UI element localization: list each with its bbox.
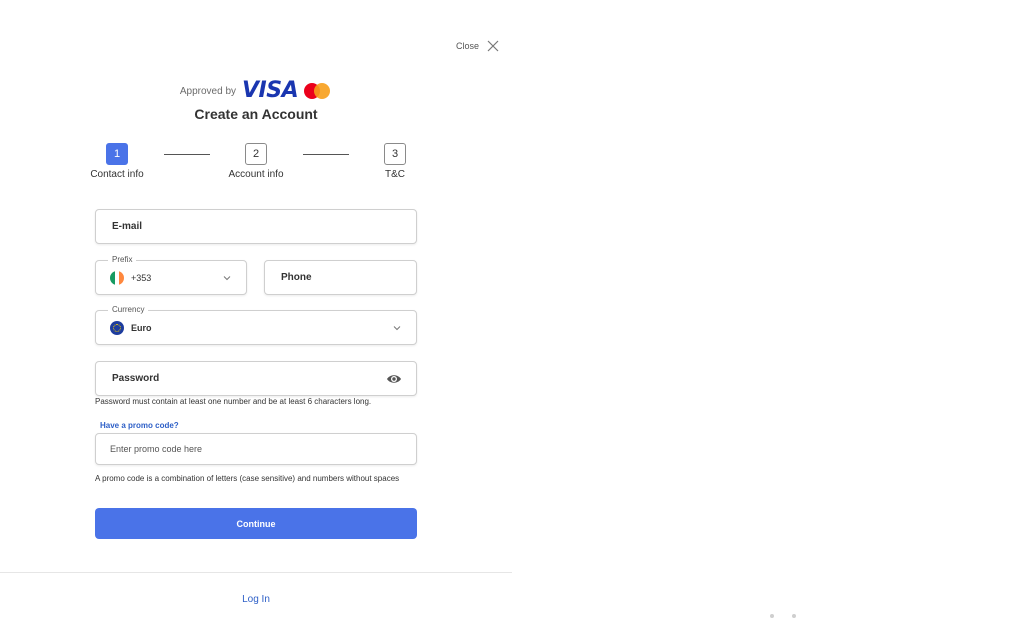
step-label: Contact info [90, 169, 144, 180]
step-number: 3 [384, 143, 406, 165]
dot [770, 614, 774, 618]
dot [792, 614, 796, 618]
prefix-select[interactable]: Prefix +353 [95, 255, 247, 295]
step-connector [303, 154, 349, 155]
step-number: 2 [245, 143, 267, 165]
close-button[interactable]: Close [456, 40, 499, 52]
password-field[interactable]: Password [95, 361, 417, 396]
eye-icon[interactable] [386, 373, 402, 385]
chevron-down-icon [393, 325, 401, 330]
approved-by-text: Approved by [179, 86, 237, 97]
step-label: T&C [385, 169, 405, 180]
phone-field[interactable]: Phone [264, 260, 417, 295]
mastercard-logo [304, 82, 332, 100]
continue-button[interactable]: Continue [95, 508, 417, 539]
password-hint: Password must contain at least one numbe… [95, 397, 372, 406]
signup-panel: Close Approved by VISA Create an Account… [0, 0, 512, 640]
step-label: Account info [228, 169, 284, 180]
login-link[interactable]: Log In [0, 594, 512, 605]
visa-logo: VISA [242, 78, 299, 103]
close-icon[interactable] [487, 40, 499, 52]
currency-legend: Currency [108, 305, 149, 314]
chevron-down-icon [223, 275, 231, 280]
close-label: Close [456, 41, 480, 51]
payment-brand-row: Approved by VISA [0, 78, 512, 103]
prefix-value: +353 [131, 272, 152, 283]
loading-dots [770, 614, 796, 618]
promo-code-input[interactable]: Enter promo code here [95, 433, 417, 465]
step-number: 1 [106, 143, 128, 165]
promo-code-link[interactable]: Have a promo code? [100, 421, 179, 430]
step-connector [164, 154, 210, 155]
stepper: 1 Contact info 2 Account info 3 T&C [0, 143, 512, 183]
page-title: Create an Account [194, 106, 318, 122]
promo-hint: A promo code is a combination of letters… [95, 474, 400, 483]
step-tc[interactable]: 3 T&C [350, 143, 440, 180]
footer-divider [0, 572, 512, 573]
step-account-info[interactable]: 2 Account info [211, 143, 301, 180]
prefix-legend: Prefix [108, 255, 137, 264]
step-contact-info[interactable]: 1 Contact info [72, 143, 162, 180]
promo-placeholder: Enter promo code here [110, 444, 203, 454]
email-label: E-mail [112, 221, 143, 232]
phone-label: Phone [281, 272, 312, 283]
password-label: Password [112, 373, 160, 384]
ireland-flag-icon [110, 270, 124, 285]
eu-flag-icon [110, 320, 124, 335]
email-field[interactable]: E-mail [95, 209, 417, 244]
currency-select[interactable]: Currency Euro [95, 305, 417, 345]
currency-value: Euro [131, 322, 152, 333]
